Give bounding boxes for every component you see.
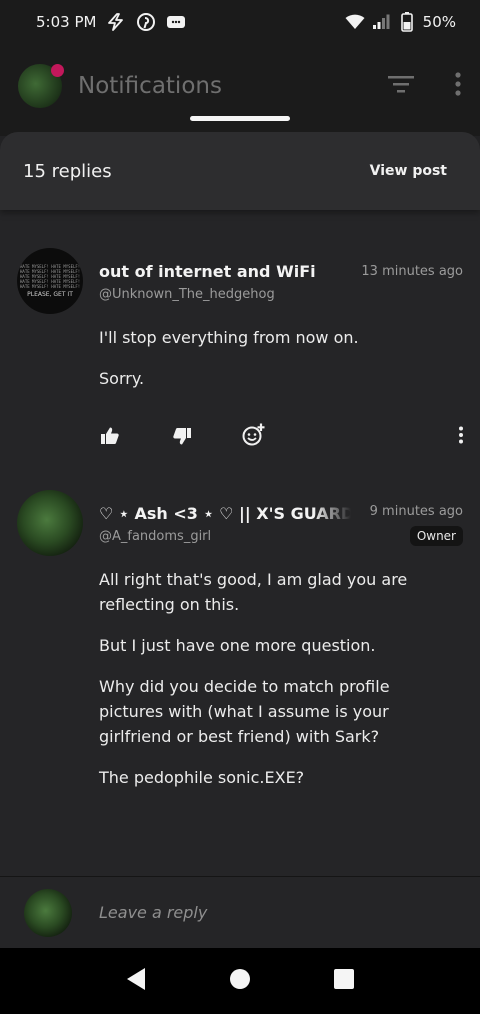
reply-input[interactable]: Leave a reply <box>99 903 207 922</box>
comment-paragraph: I'll stop everything from now on. <box>99 328 359 347</box>
replies-sheet: 15 replies View post HATE MYSELF! HATE M… <box>0 132 480 948</box>
comment-paragraph: Sorry. <box>99 369 145 388</box>
message-icon <box>166 12 186 32</box>
system-nav-bar <box>0 948 480 1014</box>
battery-icon <box>397 12 417 32</box>
comment-paragraph: The pedophile sonic.EXE? <box>99 768 305 787</box>
flash-icon <box>106 12 126 32</box>
status-bar: 5:03 PM 50% <box>0 0 480 44</box>
comment-paragraph: But I just have one more question. <box>99 636 376 655</box>
comment-body: All right that's good, I am glad you are… <box>99 567 439 806</box>
comment-more-icon[interactable] <box>458 426 464 448</box>
comment-author[interactable]: ♡ ⋆ Ash <3 ⋆ ♡ || X'S GUARDIAN <box>99 504 351 523</box>
wifi-icon <box>345 12 365 32</box>
more-vert-icon[interactable] <box>454 72 462 100</box>
comment-handle[interactable]: @Unknown_The_hedgehog <box>99 287 275 302</box>
page-title: Notifications <box>78 73 222 99</box>
commenter-avatar[interactable] <box>17 490 83 556</box>
profile-avatar[interactable] <box>18 64 64 108</box>
signal-icon <box>371 12 391 32</box>
comment-author[interactable]: out of internet and WiFi <box>99 262 351 281</box>
comment-handle[interactable]: @A_fandoms_girl <box>99 529 211 544</box>
reply-bar: Leave a reply <box>0 876 480 948</box>
notification-dot <box>51 64 64 77</box>
replies-count: 15 replies <box>23 160 112 182</box>
app-bar: Notifications <box>0 44 480 136</box>
back-icon[interactable] <box>125 967 147 995</box>
filter-icon[interactable] <box>388 74 414 98</box>
avatar-pattern-text: HATE MYSELF! HATE MYSELF! HATE MYSELF! <box>20 284 80 289</box>
view-post-link[interactable]: View post <box>370 163 447 179</box>
comment-time: 13 minutes ago <box>361 264 463 279</box>
home-icon[interactable] <box>229 968 251 994</box>
screen: 5:03 PM 50% Notifications 15 replies Vie… <box>0 0 480 1014</box>
sheet-drag-handle[interactable] <box>190 116 290 121</box>
dislike-icon[interactable] <box>172 426 192 446</box>
own-avatar <box>24 888 72 937</box>
owner-badge: Owner <box>409 526 463 546</box>
comment-body: I'll stop everything from now on. Sorry. <box>99 325 439 407</box>
sheet-header: 15 replies View post <box>0 132 480 210</box>
recents-icon[interactable] <box>333 968 355 994</box>
comment-actions <box>100 423 464 450</box>
pinterest-icon <box>136 12 156 32</box>
like-icon[interactable] <box>100 426 120 446</box>
comment-paragraph: Why did you decide to match profile pict… <box>99 677 390 746</box>
battery-percent: 50% <box>422 13 456 31</box>
add-reaction-icon[interactable] <box>242 423 266 447</box>
commenter-avatar[interactable]: HATE MYSELF! HATE MYSELF! HATE MYSELF! H… <box>17 248 83 314</box>
comment-time: 9 minutes ago <box>369 504 463 519</box>
avatar-caption: PLEASE, GET IT <box>27 291 73 298</box>
comment-paragraph: All right that's good, I am glad you are… <box>99 570 408 614</box>
status-time: 5:03 PM <box>36 13 97 31</box>
